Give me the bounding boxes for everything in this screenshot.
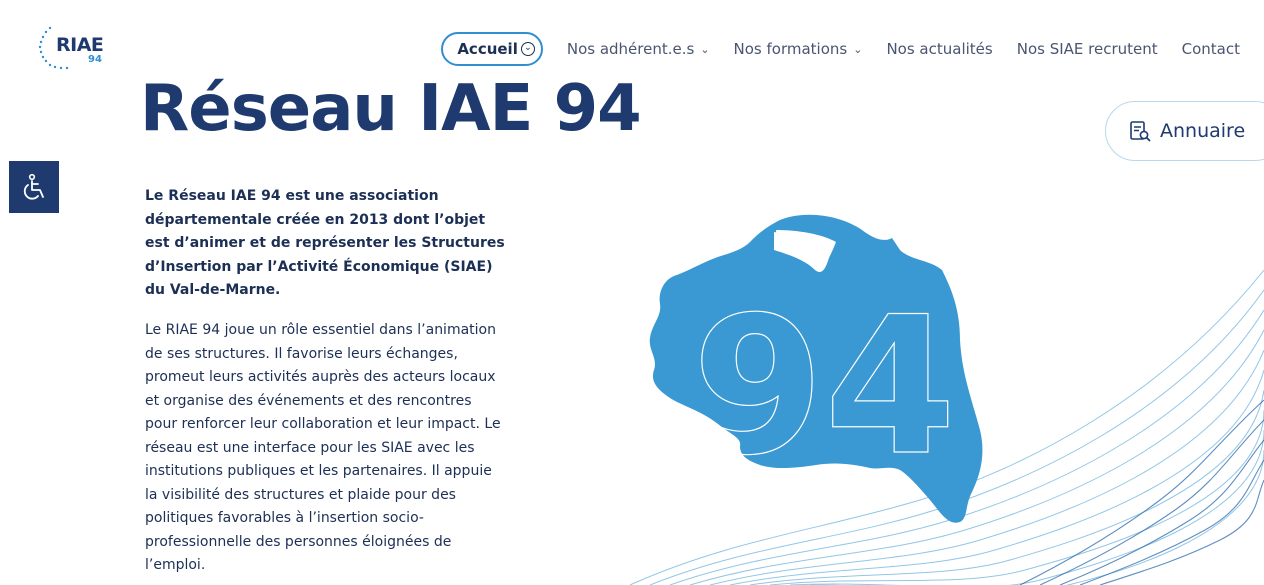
- chevron-down-icon: ⌄: [520, 42, 535, 56]
- val-de-marne-map: 94: [629, 214, 1264, 585]
- directory-search-icon: [1128, 119, 1152, 143]
- body-paragraph: Le RIAE 94 joue un rôle essentiel dans l…: [145, 322, 501, 573]
- map-number: 94: [692, 276, 956, 497]
- nav-formations[interactable]: Nos formations ⌄: [734, 40, 863, 58]
- nav-accueil[interactable]: Accueil ⌄: [441, 32, 543, 66]
- riae-logo[interactable]: RIAE 94: [36, 20, 116, 72]
- nav-siae-recrutent[interactable]: Nos SIAE recrutent: [1017, 40, 1158, 58]
- logo-sub: 94: [88, 54, 102, 65]
- chevron-down-icon: ⌄: [853, 42, 863, 56]
- main-nav: Accueil ⌄ Nos adhérent.e.s ⌄ Nos formati…: [441, 32, 1240, 66]
- nav-label: Nos SIAE recrutent: [1016, 40, 1158, 58]
- nav-label: Nos adhérent.e.s: [566, 40, 695, 58]
- chevron-down-icon: ⌄: [700, 42, 710, 56]
- nav-label: Nos formations: [733, 40, 848, 58]
- annuaire-label: Annuaire: [1160, 120, 1246, 142]
- site-header: RIAE 94 Accueil ⌄ Nos adhérent.e.s ⌄ Nos…: [0, 0, 1264, 80]
- logo-text: RIAE: [56, 34, 104, 56]
- nav-actualites[interactable]: Nos actualités: [886, 40, 992, 58]
- page-title: Réseau IAE 94: [140, 72, 642, 146]
- nav-contact[interactable]: Contact: [1182, 40, 1240, 58]
- annuaire-button[interactable]: Annuaire: [1105, 101, 1264, 161]
- intro-paragraph: Le Réseau IAE 94 est une association dép…: [145, 188, 505, 298]
- nav-label: Accueil: [457, 40, 518, 58]
- wave-lines-dark: [1019, 399, 1264, 585]
- accessibility-button[interactable]: [9, 161, 59, 213]
- wheelchair-icon: [23, 173, 44, 200]
- nav-adherents[interactable]: Nos adhérent.e.s ⌄: [567, 40, 710, 58]
- nav-label: Contact: [1181, 40, 1240, 58]
- nav-label: Nos actualités: [886, 40, 993, 58]
